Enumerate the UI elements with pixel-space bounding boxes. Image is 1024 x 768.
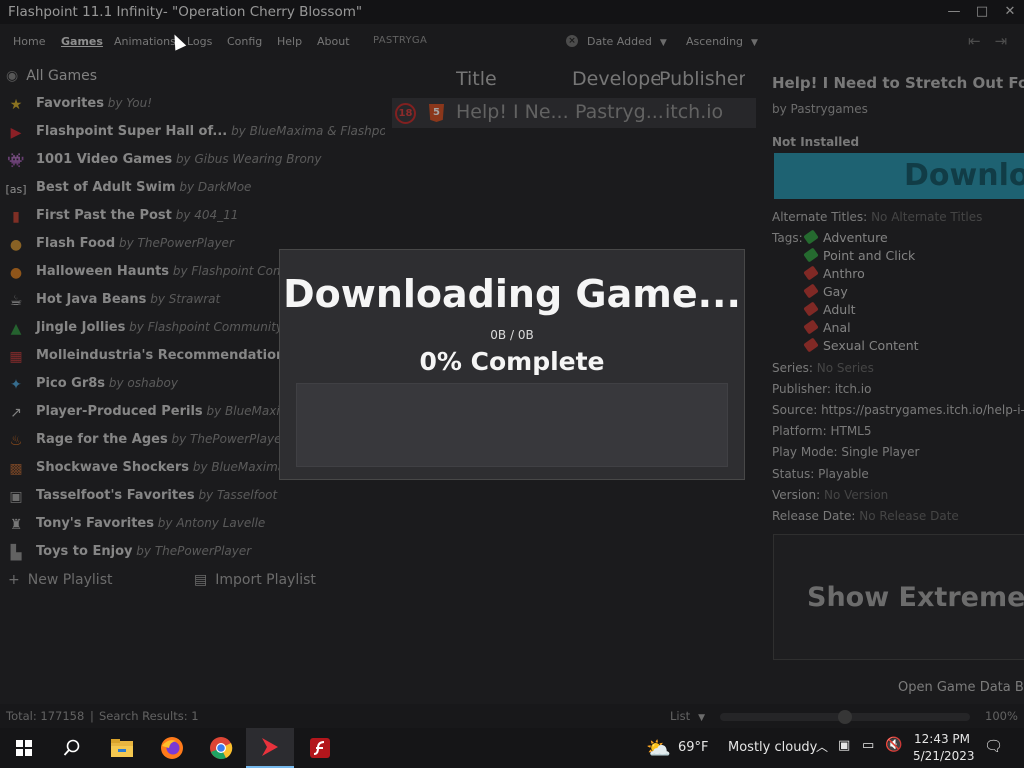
device-icon[interactable]: ▣ bbox=[838, 738, 850, 753]
firefox-icon bbox=[161, 737, 183, 759]
flashpoint-taskbar-button[interactable] bbox=[246, 728, 294, 768]
volume-muted-icon[interactable]: 🔇 bbox=[885, 737, 902, 753]
weather-temperature[interactable]: 69°F bbox=[678, 740, 709, 755]
weather-description[interactable]: Mostly cloudy bbox=[728, 740, 817, 755]
download-dialog: Downloading Game... 0B / 0B 0% Complete bbox=[279, 249, 745, 480]
network-icon[interactable]: ▭ bbox=[862, 738, 874, 753]
windows-taskbar: ⛅ 69°F Mostly cloudy ︿ ▣ ▭ 🔇 12:43 PM 5/… bbox=[0, 728, 1024, 768]
flashpoint-logo-icon bbox=[262, 738, 278, 756]
clock-date[interactable]: 5/21/2023 bbox=[913, 749, 975, 763]
firefox-button[interactable] bbox=[148, 728, 196, 768]
download-bytes: 0B / 0B bbox=[490, 328, 534, 342]
download-percent: 0% Complete bbox=[419, 347, 605, 376]
chrome-button[interactable] bbox=[197, 728, 245, 768]
weather-icon[interactable]: ⛅ bbox=[646, 736, 671, 760]
start-button[interactable] bbox=[0, 728, 48, 768]
flash-player-button[interactable] bbox=[296, 728, 344, 768]
file-explorer-button[interactable] bbox=[98, 728, 146, 768]
notification-icon[interactable]: 🗨 bbox=[984, 737, 1003, 755]
dialog-title: Downloading Game... bbox=[283, 272, 741, 316]
flashpoint-window: Flashpoint 11.1 Infinity- "Operation Che… bbox=[0, 0, 1024, 728]
chrome-icon bbox=[210, 737, 233, 760]
show-hidden-icons-icon[interactable]: ︿ bbox=[816, 738, 828, 755]
search-icon bbox=[63, 739, 80, 756]
flash-player-icon bbox=[310, 738, 330, 758]
download-progress-bar bbox=[296, 383, 728, 467]
clock-time[interactable]: 12:43 PM bbox=[914, 732, 970, 746]
folder-icon bbox=[111, 739, 133, 757]
search-button[interactable] bbox=[48, 728, 96, 768]
windows-logo-icon bbox=[16, 740, 32, 756]
